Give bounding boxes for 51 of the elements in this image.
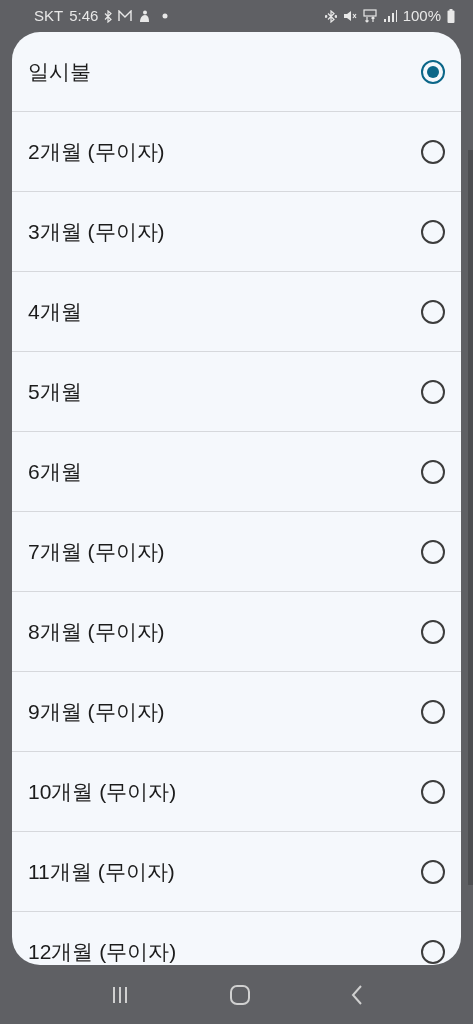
option-row[interactable]: 11개월 (무이자): [12, 832, 461, 912]
option-label: 7개월 (무이자): [28, 538, 165, 565]
mail-icon: [118, 10, 133, 22]
mute-icon: [342, 10, 357, 22]
option-row[interactable]: 5개월: [12, 352, 461, 432]
option-row[interactable]: 3개월 (무이자): [12, 192, 461, 272]
option-row[interactable]: 4개월: [12, 272, 461, 352]
option-row[interactable]: 7개월 (무이자): [12, 512, 461, 592]
radio-button[interactable]: [421, 219, 445, 244]
radio-button[interactable]: [421, 539, 445, 564]
radio-button[interactable]: [421, 139, 445, 164]
option-row[interactable]: 10개월 (무이자): [12, 752, 461, 832]
option-row[interactable]: 2개월 (무이자): [12, 112, 461, 192]
option-label: 6개월: [28, 458, 82, 485]
recent-apps-icon[interactable]: [110, 985, 129, 1004]
radio-button[interactable]: [421, 459, 445, 484]
signal-icon: [382, 10, 397, 22]
battery-percent: 100%: [402, 5, 441, 26]
option-label: 2개월 (무이자): [28, 138, 165, 165]
home-icon[interactable]: [229, 984, 250, 1005]
option-row[interactable]: 8개월 (무이자): [12, 592, 461, 672]
carrier-name: SKT: [34, 5, 64, 26]
radio-button[interactable]: [421, 859, 445, 884]
option-label: 4개월: [28, 298, 82, 325]
option-row[interactable]: 9개월 (무이자): [12, 672, 461, 752]
radio-button[interactable]: [421, 299, 445, 324]
back-icon[interactable]: [350, 984, 363, 1005]
option-label: 12개월 (무이자): [28, 939, 177, 965]
option-row[interactable]: 12개월 (무이자): [12, 912, 461, 965]
figure-icon: [138, 9, 151, 23]
option-label: 8개월 (무이자): [28, 618, 165, 645]
bluetooth-icon: [104, 9, 113, 23]
option-label: 11개월 (무이자): [28, 858, 175, 885]
radio-button[interactable]: [421, 940, 445, 964]
radio-button[interactable]: [421, 619, 445, 644]
radio-button[interactable]: [421, 59, 445, 84]
clock-time: 5:46: [69, 5, 99, 26]
radio-button[interactable]: [421, 379, 445, 404]
option-label: 5개월: [28, 378, 82, 405]
battery-icon: [447, 9, 455, 23]
option-label: 10개월 (무이자): [28, 778, 177, 805]
option-row[interactable]: 6개월: [12, 432, 461, 512]
option-label: 일시불: [28, 58, 91, 85]
bluetooth-icon: [324, 9, 337, 23]
option-label: 3개월 (무이자): [28, 218, 165, 245]
option-label: 9개월 (무이자): [28, 698, 165, 725]
radio-button[interactable]: [421, 779, 445, 804]
radio-button[interactable]: [421, 699, 445, 724]
notification-dot-icon: [162, 13, 169, 19]
option-row[interactable]: 일시불: [12, 32, 461, 112]
network-icon: [362, 9, 377, 23]
